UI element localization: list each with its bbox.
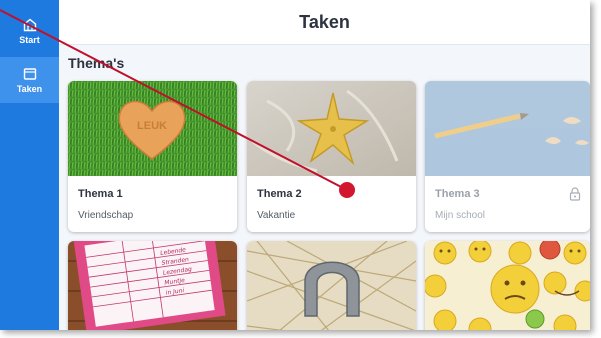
emoji-pattern-image <box>425 241 590 330</box>
home-icon <box>23 18 36 31</box>
heart-on-grass-image: LEUK <box>68 81 237 176</box>
header: Taken <box>59 0 590 45</box>
list-on-wood-image: Lebende Stranden Lezendag Muntje in Juni <box>68 241 237 330</box>
theme-card-2[interactable]: Thema 2 Vakantie <box>247 81 416 232</box>
starfish-on-sand-image <box>247 81 416 176</box>
sidebar-item-taken[interactable]: Taken <box>0 57 59 103</box>
sidebar-item-start[interactable]: Start <box>0 8 59 54</box>
window-icon <box>23 67 36 80</box>
heart-text: LEUK <box>137 120 167 132</box>
sidebar: Start Taken <box>0 0 59 330</box>
theme-card-6[interactable] <box>425 241 590 330</box>
sidebar-item-label: Taken <box>16 83 43 94</box>
horseshoe-on-straw-image <box>247 241 416 330</box>
card-subtitle: Mijn school <box>435 210 486 221</box>
card-subtitle: Vriendschap <box>78 210 134 221</box>
card-title: Thema 1 <box>78 188 123 200</box>
page-title: Taken <box>299 11 350 32</box>
lock-icon <box>569 187 581 201</box>
pencil-on-blue-image <box>425 81 590 176</box>
card-subtitle: Vakantie <box>257 210 296 221</box>
theme-card-5[interactable] <box>247 241 416 330</box>
theme-card-3[interactable]: Thema 3 Mijn school <box>425 81 590 232</box>
card-title: Thema 3 <box>435 188 480 200</box>
theme-card-4[interactable]: Lebende Stranden Lezendag Muntje in Juni <box>68 241 237 330</box>
section-title: Thema's <box>68 55 125 71</box>
sidebar-item-label: Start <box>19 34 40 45</box>
app-window: Start Taken Taken Thema's LEUK Thema 1 V… <box>0 0 590 330</box>
card-title: Thema 2 <box>257 188 302 200</box>
theme-card-1[interactable]: LEUK Thema 1 Vriendschap <box>68 81 237 232</box>
